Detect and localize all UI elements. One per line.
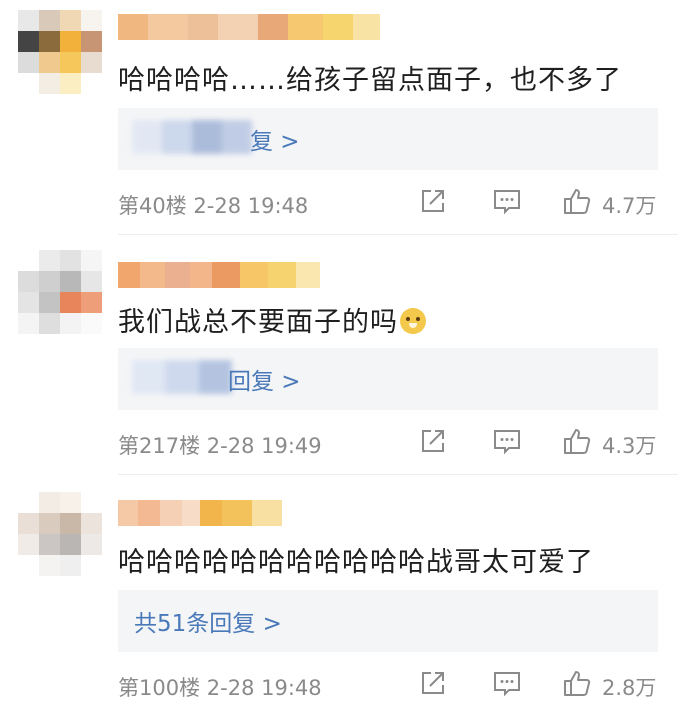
floor-number: 第217楼 <box>118 434 201 458</box>
reply-box[interactable]: 复 > <box>118 108 658 170</box>
like-icon[interactable] <box>562 668 592 698</box>
username-blurred[interactable] <box>118 262 320 288</box>
like-icon[interactable] <box>562 426 592 456</box>
comment-icon[interactable] <box>492 668 522 698</box>
timestamp: 2-28 19:49 <box>206 434 322 458</box>
avatar[interactable] <box>18 492 102 576</box>
reply-link[interactable]: 复 > <box>250 122 300 156</box>
floor-and-time: 第100楼 2-28 19:48 <box>118 672 322 702</box>
comment-meta: 第100楼 2-28 19:48 2.8万 <box>118 668 658 702</box>
username-blurred[interactable] <box>118 500 282 526</box>
floor-and-time: 第217楼 2-28 19:49 <box>118 430 322 460</box>
divider <box>118 234 678 235</box>
divider <box>118 474 678 475</box>
like-count: 2.8万 <box>602 676 657 700</box>
comment-item: 哈哈哈哈……给孩子留点面子，也不多了 复 > 第40楼 2-28 19:48 4… <box>0 0 700 235</box>
timestamp: 2-28 19:48 <box>193 194 309 218</box>
reply-link[interactable]: 回复 > <box>228 362 301 396</box>
comment-text: 哈哈哈哈哈哈哈哈哈哈哈战哥太可爱了 <box>118 547 594 578</box>
share-icon[interactable] <box>418 668 448 698</box>
share-icon[interactable] <box>418 186 448 216</box>
doge-emoji-icon <box>400 308 426 334</box>
reply-box[interactable]: 共51条回复 > <box>118 590 658 652</box>
comment-text-content: 我们战总不要面子的吗 <box>118 307 398 338</box>
reply-link[interactable]: 共51条回复 > <box>134 604 282 638</box>
reply-box[interactable]: 回复 > <box>118 348 658 410</box>
floor-number: 第40楼 <box>118 194 187 218</box>
comment-text: 哈哈哈哈……给孩子留点面子，也不多了 <box>118 65 622 96</box>
avatar[interactable] <box>18 250 102 334</box>
like-icon[interactable] <box>562 186 592 216</box>
avatar[interactable] <box>18 10 102 94</box>
reply-preview-blurred <box>132 360 232 394</box>
floor-and-time: 第40楼 2-28 19:48 <box>118 190 308 220</box>
comment-meta: 第40楼 2-28 19:48 4.7万 <box>118 186 658 220</box>
share-icon[interactable] <box>418 426 448 456</box>
comment-icon[interactable] <box>492 426 522 456</box>
comment-text: 我们战总不要面子的吗 <box>118 300 426 339</box>
reply-preview-blurred <box>132 120 252 154</box>
like-count: 4.3万 <box>602 434 657 458</box>
username-blurred[interactable] <box>118 14 380 40</box>
timestamp: 2-28 19:48 <box>206 676 322 700</box>
comment-meta: 第217楼 2-28 19:49 4.3万 <box>118 426 658 460</box>
like-count: 4.7万 <box>602 194 657 218</box>
floor-number: 第100楼 <box>118 676 201 700</box>
comment-icon[interactable] <box>492 186 522 216</box>
